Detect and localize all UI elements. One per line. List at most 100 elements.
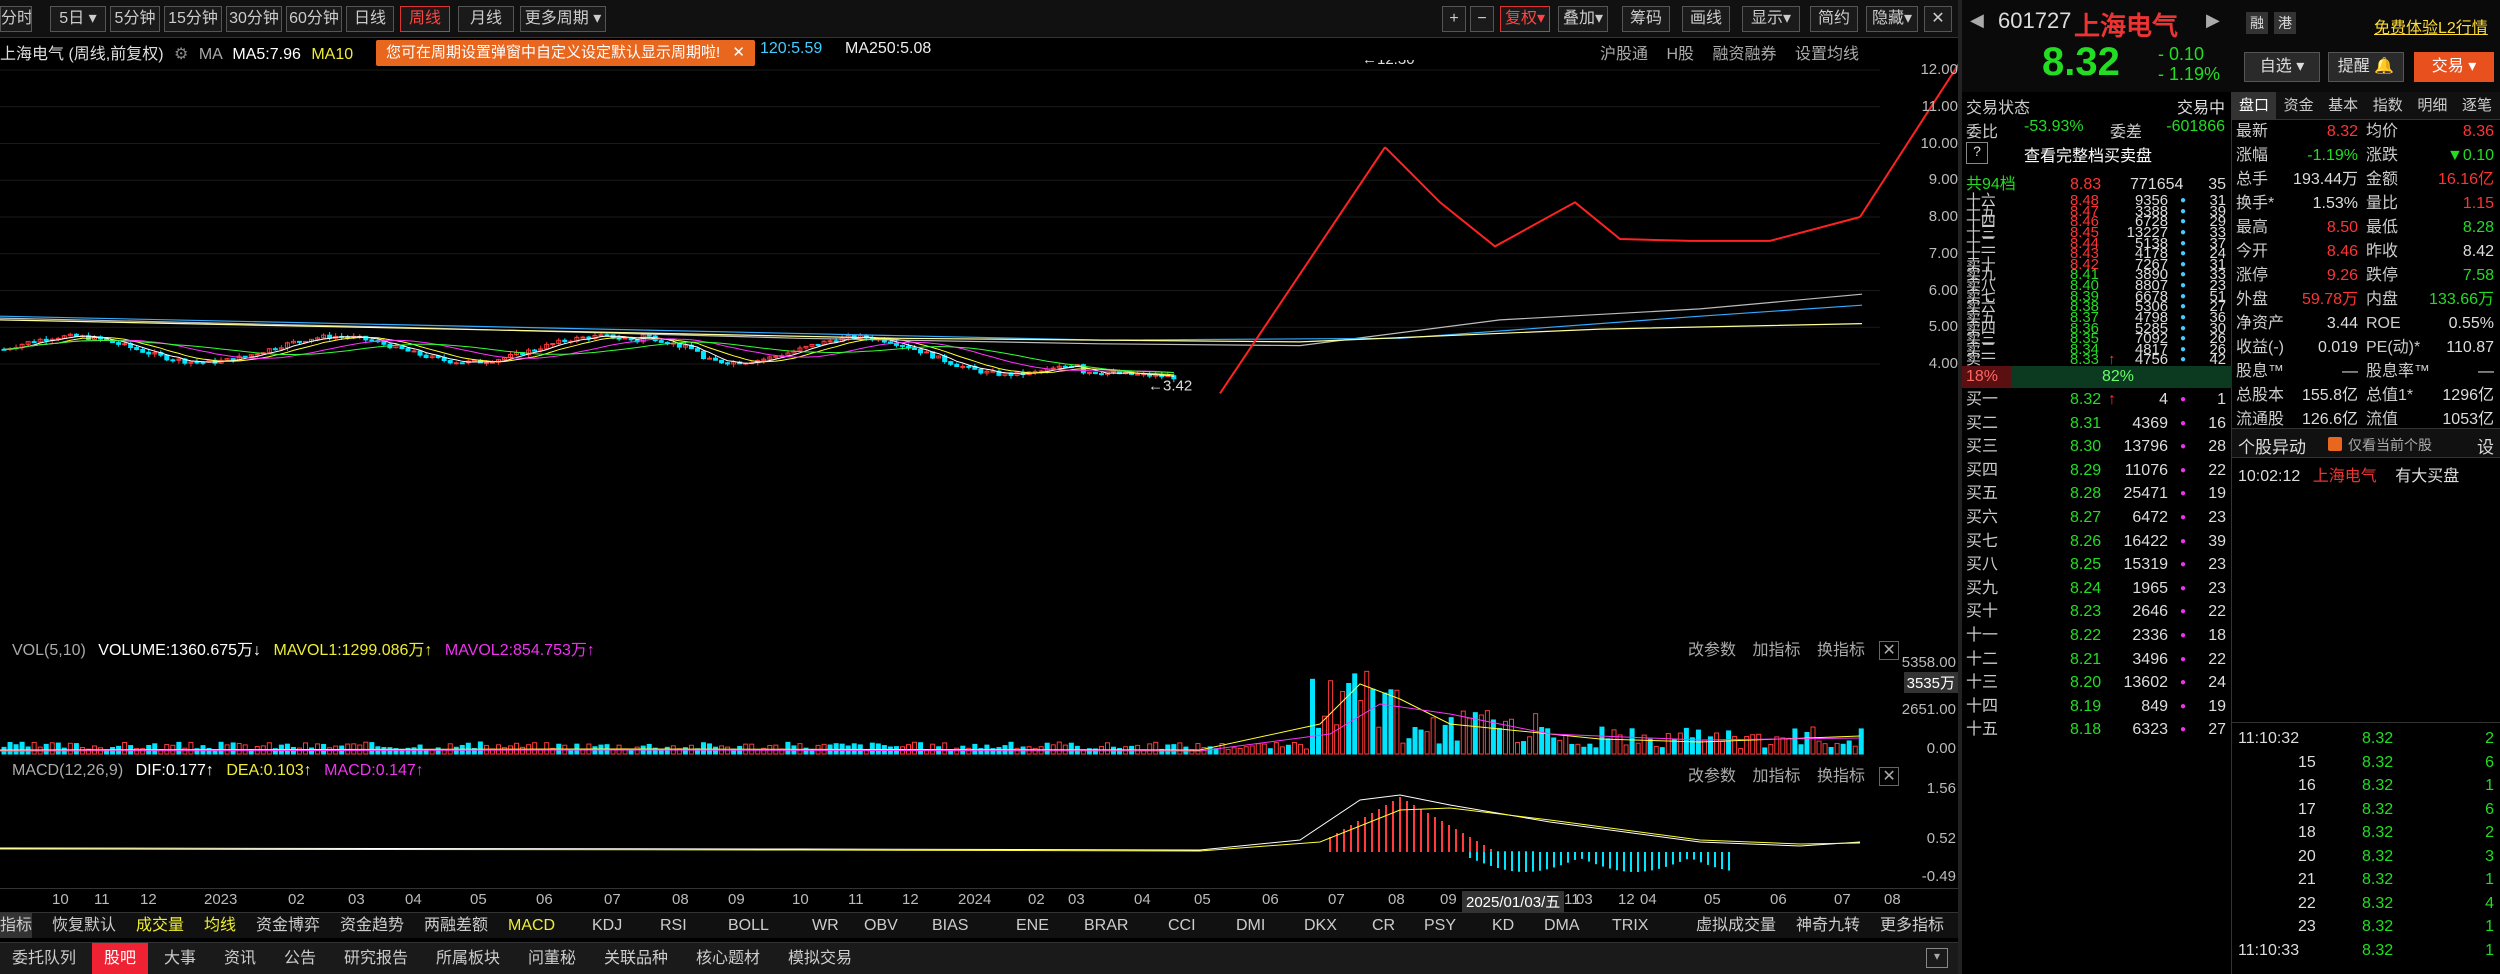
period-30min[interactable]: 30分钟 bbox=[226, 6, 282, 32]
buy-order-row[interactable]: 买五 8.28 25471 ● 19 bbox=[1962, 482, 2232, 505]
bottom-tab[interactable]: 关联品种 bbox=[592, 943, 680, 974]
indicator-tab[interactable]: KDJ bbox=[592, 913, 622, 938]
collapse-icon[interactable]: ▾ bbox=[1926, 948, 1948, 968]
indicator-tab[interactable]: 成交量 bbox=[136, 913, 184, 938]
bottom-tab[interactable]: 委托队列 bbox=[0, 943, 88, 974]
indicator-tab[interactable]: BOLL bbox=[728, 913, 769, 938]
indicator-tab[interactable]: PSY bbox=[1424, 913, 1456, 938]
bottom-tab[interactable]: 资讯 bbox=[212, 943, 268, 974]
period-15min[interactable]: 15分钟 bbox=[164, 6, 222, 32]
indicator-tab[interactable]: BRAR bbox=[1084, 913, 1128, 938]
indicator-tab[interactable]: CCI bbox=[1168, 913, 1196, 938]
order-price: 8.25 bbox=[2070, 556, 2102, 574]
indicator-tab[interactable]: OBV bbox=[864, 913, 898, 938]
indicator-tab[interactable]: DMA bbox=[1544, 913, 1580, 938]
full-depth-link[interactable]: 查看完整档买卖盘 bbox=[2024, 142, 2152, 166]
buy-order-row[interactable]: 买四 8.29 11076 ● 22 bbox=[1962, 459, 2232, 482]
display-button[interactable]: 显示▾ bbox=[1742, 6, 1800, 32]
detail-tab[interactable]: 逐笔 bbox=[2455, 92, 2499, 120]
next-stock-icon[interactable]: ▶ bbox=[2206, 10, 2220, 31]
draw-button[interactable]: 画线 bbox=[1682, 6, 1730, 32]
bottom-tab[interactable]: 模拟交易 bbox=[776, 943, 864, 974]
indicator-tab[interactable]: 均线 bbox=[204, 913, 236, 938]
period-weekly[interactable]: 周线 bbox=[400, 6, 450, 32]
buy-order-row[interactable]: 买十 8.23 2646 ● 22 bbox=[1962, 600, 2232, 623]
buy-order-row[interactable]: 买九 8.24 1965 ● 23 bbox=[1962, 577, 2232, 600]
trade-volume: 2 bbox=[2485, 730, 2494, 747]
detail-tab[interactable]: 盘口 bbox=[2232, 92, 2276, 120]
abnormal-item[interactable]: 10:02:12 上海电气 有大买盘 bbox=[2238, 462, 2459, 486]
tooltip-close-icon[interactable]: ✕ bbox=[732, 44, 745, 61]
indicator-tab[interactable]: WR bbox=[812, 913, 839, 938]
bottom-tab[interactable]: 研究报告 bbox=[332, 943, 420, 974]
indicator-tab[interactable]: BIAS bbox=[932, 913, 968, 938]
help-icon[interactable]: ? bbox=[1966, 142, 1988, 164]
adjust-button[interactable]: 复权▾ bbox=[1500, 6, 1550, 32]
buy-order-row[interactable]: 十四 8.19 849 ● 19 bbox=[1962, 695, 2232, 718]
period-more[interactable]: 更多周期 ▾ bbox=[520, 6, 606, 32]
l2-promo-link[interactable]: 免费体验L2行情 bbox=[2374, 14, 2488, 38]
trade-button[interactable]: 交易 ▾ bbox=[2414, 52, 2494, 82]
buy-order-row[interactable]: 十一 8.22 2336 ● 18 bbox=[1962, 624, 2232, 647]
buy-order-row[interactable]: 买七 8.26 16422 ● 39 bbox=[1962, 530, 2232, 553]
order-count: 27 bbox=[2208, 721, 2226, 739]
detail-tab[interactable]: 资金 bbox=[2277, 92, 2321, 120]
prev-stock-icon[interactable]: ◀ bbox=[1970, 10, 1984, 31]
indicator-tab[interactable]: 资金博弈 bbox=[256, 913, 320, 938]
volume-bar bbox=[1834, 742, 1840, 755]
indicator-tab[interactable]: DKX bbox=[1304, 913, 1337, 938]
volume-bar bbox=[1858, 728, 1864, 755]
bottom-tab[interactable]: 股吧 bbox=[92, 943, 149, 974]
indicator-tab[interactable]: 神奇九转 bbox=[1796, 913, 1860, 938]
indicator-tab[interactable]: 指标 bbox=[0, 913, 33, 938]
indicator-tab[interactable]: CR bbox=[1372, 913, 1395, 938]
buy-order-row[interactable]: 买八 8.25 15319 ● 23 bbox=[1962, 553, 2232, 576]
zoom-in-button[interactable]: + bbox=[1442, 6, 1466, 32]
buy-order-row[interactable]: 十五 8.18 6323 ● 27 bbox=[1962, 718, 2232, 741]
price-chart[interactable]: ←12.30 ←3.42 bbox=[0, 60, 1958, 630]
period-intraday[interactable]: 分时 bbox=[0, 6, 32, 32]
indicator-tab[interactable]: 更多指标 bbox=[1880, 913, 1944, 938]
alert-button[interactable]: 提醒 🔔 bbox=[2328, 52, 2404, 82]
detail-tab[interactable]: 明细 bbox=[2410, 92, 2454, 120]
watchlist-button[interactable]: 自选 ▾ bbox=[2244, 52, 2320, 82]
indicator-tab[interactable]: 恢复默认 bbox=[52, 913, 116, 938]
bottom-tab[interactable]: 核心题材 bbox=[684, 943, 772, 974]
bottom-tab[interactable]: 公告 bbox=[272, 943, 328, 974]
period-daily[interactable]: 日线 bbox=[346, 6, 394, 32]
candle bbox=[532, 349, 538, 352]
simple-button[interactable]: 简约 bbox=[1810, 6, 1858, 32]
detail-tab[interactable]: 指数 bbox=[2366, 92, 2410, 120]
bottom-tab[interactable]: 大事 bbox=[152, 943, 208, 974]
buy-order-row[interactable]: 买二 8.31 4369 ● 16 bbox=[1962, 412, 2232, 435]
buy-order-row[interactable]: 十三 8.20 13602 ● 24 bbox=[1962, 671, 2232, 694]
abnormal-settings-button[interactable]: 设 bbox=[2477, 433, 2494, 458]
period-monthly[interactable]: 月线 bbox=[458, 6, 514, 32]
indicator-tab[interactable]: MACD bbox=[508, 913, 555, 938]
chips-button[interactable]: 筹码 bbox=[1622, 6, 1670, 32]
indicator-tab[interactable]: 虚拟成交量 bbox=[1696, 913, 1776, 938]
buy-order-row[interactable]: 买一 8.32 4 ● 1 ↑ bbox=[1962, 388, 2232, 411]
indicator-tab[interactable]: DMI bbox=[1236, 913, 1265, 938]
overlay-button[interactable]: 叠加▾ bbox=[1558, 6, 1608, 32]
detail-tab[interactable]: 基本 bbox=[2321, 92, 2365, 120]
indicator-tab[interactable]: 两融差额 bbox=[424, 913, 488, 938]
stat-value: — bbox=[2478, 363, 2494, 380]
indicator-tab[interactable]: RSI bbox=[660, 913, 687, 938]
buy-order-row[interactable]: 买六 8.27 6472 ● 23 bbox=[1962, 506, 2232, 529]
sell-order-row[interactable]: 卖一 8.33 4756 ● 42 ↑ bbox=[1962, 353, 2232, 367]
period-5day[interactable]: 5日 ▾ bbox=[50, 6, 106, 32]
indicator-tab[interactable]: KD bbox=[1492, 913, 1514, 938]
bottom-tab[interactable]: 所属板块 bbox=[424, 943, 512, 974]
indicator-tab[interactable]: TRIX bbox=[1612, 913, 1648, 938]
period-60min[interactable]: 60分钟 bbox=[286, 6, 342, 32]
only-current-checkbox[interactable] bbox=[2328, 437, 2342, 451]
indicator-tab[interactable]: 资金趋势 bbox=[340, 913, 404, 938]
bottom-tab[interactable]: 问董秘 bbox=[516, 943, 588, 974]
zoom-out-button[interactable]: − bbox=[1470, 6, 1494, 32]
buy-order-row[interactable]: 十二 8.21 3496 ● 22 bbox=[1962, 648, 2232, 671]
period-5min[interactable]: 5分钟 bbox=[110, 6, 160, 32]
indicator-tab[interactable]: ENE bbox=[1016, 913, 1049, 938]
buy-order-row[interactable]: 买三 8.30 13796 ● 28 bbox=[1962, 435, 2232, 458]
price-tick-label: 6.00 bbox=[1928, 281, 1958, 299]
